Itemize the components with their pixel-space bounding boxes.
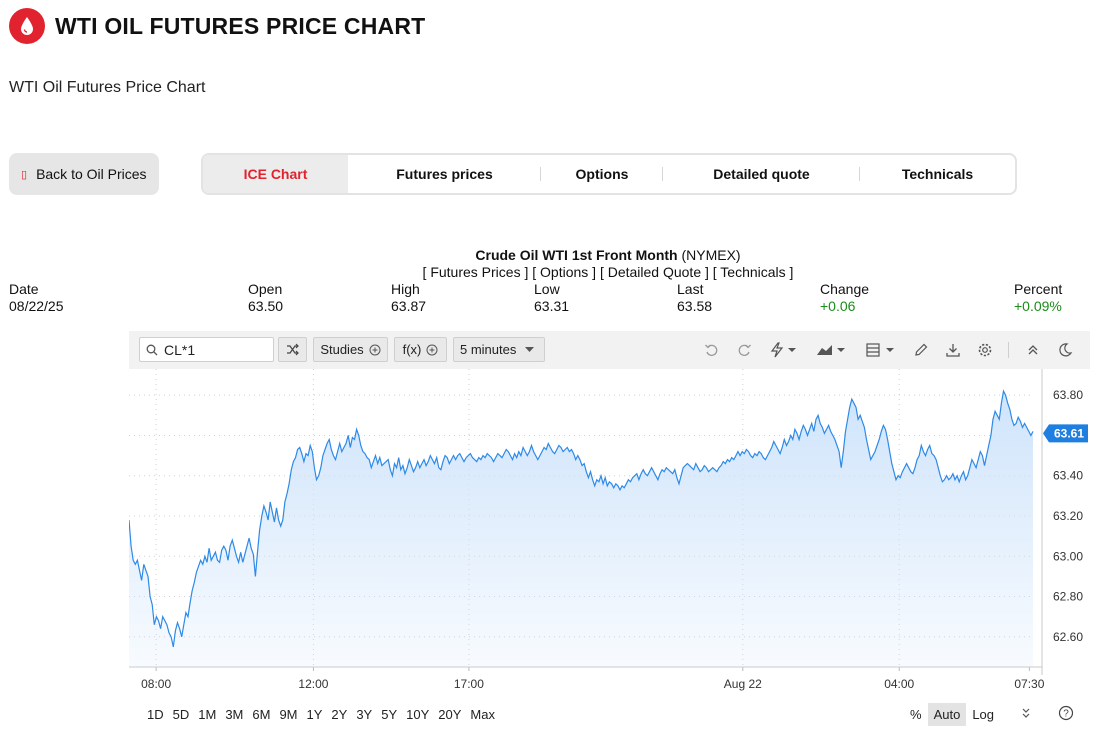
contract-title: Crude Oil WTI 1st Front Month (NYMEX) — [0, 247, 1101, 263]
quote-change: Change +0.06 — [820, 281, 870, 314]
tab-ice-chart[interactable]: ICE Chart — [203, 155, 348, 193]
redo-icon[interactable] — [732, 339, 756, 361]
range-selector: 1D 5D 1M 3M 6M 9M 1Y 2Y 3Y 5Y 10Y 20Y Max — [129, 703, 529, 725]
pencil-icon[interactable] — [909, 339, 933, 361]
help-icon[interactable]: ? — [1052, 701, 1080, 728]
chart-widget: CL*1 Studies f(x) 5 minutes 63.8063.6063… — [129, 331, 1090, 731]
percent-scale-button[interactable]: % — [904, 703, 928, 726]
download-icon[interactable] — [941, 339, 965, 361]
tab-label: Futures prices — [396, 166, 493, 182]
price-area — [129, 391, 1033, 667]
quote-percent: Percent +0.09% — [1014, 281, 1063, 314]
x-tick-label: 17:00 — [454, 677, 484, 691]
x-tick-label: 07:30 — [1014, 677, 1044, 691]
tab-label: Technicals — [901, 166, 974, 182]
contract-links[interactable]: [ Futures Prices ] [ Options ] [ Detaile… — [0, 264, 1101, 280]
search-icon — [146, 344, 158, 355]
y-tick-label: 63.00 — [1053, 549, 1083, 563]
chart-type-icon[interactable] — [814, 339, 848, 361]
range-button-10y[interactable]: 10Y — [402, 707, 433, 722]
back-button-label: Back to Oil Prices — [36, 166, 147, 182]
auto-scale-button[interactable]: Auto — [927, 702, 967, 726]
function-button[interactable]: f(x) — [394, 337, 447, 362]
last-price-label: 63.61 — [1054, 426, 1084, 440]
y-tick-label: 62.60 — [1053, 630, 1083, 644]
quote-high: High 63.87 — [391, 281, 427, 314]
range-button-3y[interactable]: 3Y — [352, 707, 376, 722]
tab-futures-prices[interactable]: Futures prices — [348, 155, 541, 193]
expand-icon[interactable] — [1014, 703, 1038, 726]
back-icon: ▯ — [21, 168, 28, 181]
collapse-icon[interactable] — [1021, 339, 1045, 361]
studies-button[interactable]: Studies — [313, 337, 388, 362]
page-header: WTI OIL FUTURES PRICE CHART — [9, 8, 425, 44]
layout-icon[interactable] — [863, 339, 897, 361]
range-button-max[interactable]: Max — [466, 707, 499, 722]
contract-name: Crude Oil WTI 1st Front Month — [475, 247, 678, 263]
range-button-3m[interactable]: 3M — [221, 707, 247, 722]
page-title: WTI OIL FUTURES PRICE CHART — [55, 12, 426, 39]
symbol-search-input[interactable]: CL*1 — [139, 337, 274, 362]
settings-icon[interactable] — [973, 339, 997, 361]
quote-date: Date 08/22/25 — [9, 281, 64, 314]
quote-open: Open 63.50 — [248, 281, 284, 314]
compare-button[interactable] — [278, 337, 307, 362]
x-tick-label: Aug 22 — [724, 677, 762, 691]
toolbar-divider — [1008, 342, 1009, 358]
range-button-9m[interactable]: 9M — [275, 707, 301, 722]
y-tick-label: 63.40 — [1053, 469, 1083, 483]
y-tick-label: 62.80 — [1053, 590, 1083, 604]
oil-drop-icon — [9, 8, 45, 44]
add-circle-icon — [369, 344, 381, 355]
add-circle-icon — [426, 344, 438, 355]
chart-tabs: ICE Chart Futures prices Options Detaile… — [201, 153, 1017, 195]
range-button-1y[interactable]: 1Y — [303, 707, 327, 722]
range-button-20y[interactable]: 20Y — [434, 707, 465, 722]
tab-label: Options — [575, 166, 629, 182]
x-tick-label: 08:00 — [141, 677, 171, 691]
back-to-oil-prices-button[interactable]: ▯ Back to Oil Prices — [9, 153, 159, 195]
price-chart[interactable]: 63.8063.6063.4063.2063.0062.8062.6008:00… — [129, 369, 1090, 731]
tab-options[interactable]: Options — [541, 155, 663, 193]
scale-controls: % Auto Log ? — [904, 700, 1080, 728]
quote-low: Low 63.31 — [534, 281, 570, 314]
y-tick-label: 63.80 — [1053, 388, 1083, 402]
shuffle-icon — [287, 343, 299, 356]
quote-last: Last 63.58 — [677, 281, 713, 314]
chevron-down-icon — [525, 346, 535, 352]
contract-exchange: (NYMEX) — [681, 247, 741, 263]
log-scale-button[interactable]: Log — [966, 703, 1000, 726]
chart-toolbar: CL*1 Studies f(x) 5 minutes — [129, 331, 1090, 369]
x-tick-label: 04:00 — [884, 677, 914, 691]
range-button-6m[interactable]: 6M — [248, 707, 274, 722]
range-button-5y[interactable]: 5Y — [377, 707, 401, 722]
svg-text:?: ? — [1063, 708, 1069, 719]
range-button-2y[interactable]: 2Y — [327, 707, 351, 722]
tab-technicals[interactable]: Technicals — [860, 155, 1015, 193]
range-button-1d[interactable]: 1D — [143, 707, 168, 722]
x-tick-label: 12:00 — [298, 677, 328, 691]
tab-detailed-quote[interactable]: Detailed quote — [663, 155, 860, 193]
range-button-1m[interactable]: 1M — [194, 707, 220, 722]
page-subtitle: WTI Oil Futures Price Chart — [9, 79, 206, 96]
tab-label: Detailed quote — [713, 166, 810, 182]
undo-icon[interactable] — [700, 339, 724, 361]
tab-label: ICE Chart — [243, 166, 308, 182]
symbol-value: CL*1 — [164, 341, 196, 358]
lightning-icon[interactable] — [766, 339, 800, 361]
dark-mode-icon[interactable] — [1053, 339, 1077, 361]
interval-select[interactable]: 5 minutes — [453, 337, 545, 362]
y-tick-label: 63.20 — [1053, 509, 1083, 523]
range-button-5d[interactable]: 5D — [169, 707, 194, 722]
